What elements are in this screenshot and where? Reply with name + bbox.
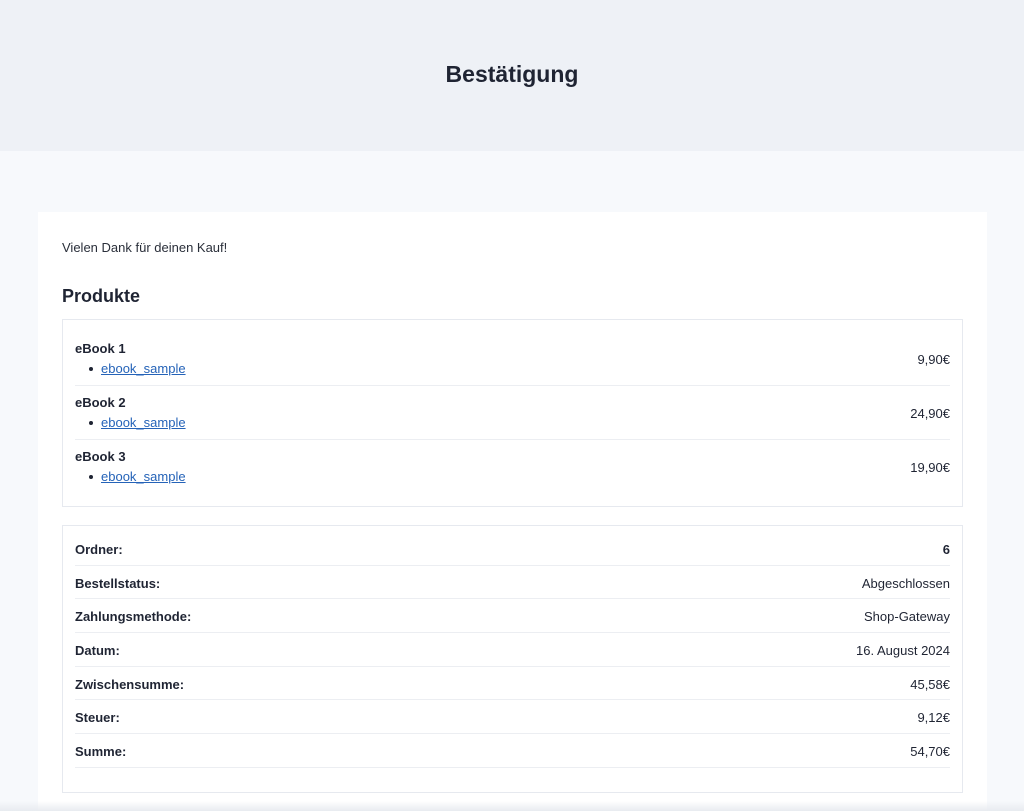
summary-row-total: Summe: 54,70€ bbox=[75, 734, 950, 768]
products-heading: Produkte bbox=[62, 286, 141, 306]
summary-label: Zahlungsmethode: bbox=[75, 609, 192, 625]
list-item: ebook_sample bbox=[89, 415, 186, 430]
summary-row-order: Ordner: 6 bbox=[75, 532, 950, 566]
product-price: 24,90€ bbox=[910, 406, 950, 421]
summary-label: Datum: bbox=[75, 643, 120, 659]
summary-label: Steuer: bbox=[75, 710, 120, 726]
summary-value: 45,58€ bbox=[910, 676, 950, 692]
summary-label: Ordner: bbox=[75, 542, 123, 557]
download-link[interactable]: ebook_sample bbox=[101, 361, 186, 376]
product-name: eBook 3 bbox=[75, 449, 126, 464]
product-price: 19,90€ bbox=[910, 460, 950, 475]
product-files: ebook_sample bbox=[89, 361, 186, 376]
page-title: Bestätigung bbox=[445, 61, 579, 87]
summary-value: Abgeschlossen bbox=[861, 575, 950, 591]
summary-row-status: Bestellstatus: Abgeschlossen bbox=[75, 566, 950, 600]
product-files: ebook_sample bbox=[89, 415, 186, 430]
summary-label: Bestellstatus: bbox=[75, 575, 161, 591]
download-link[interactable]: ebook_sample bbox=[101, 469, 186, 484]
summary-row-payment: Zahlungsmethode: Shop-Gateway bbox=[75, 599, 950, 634]
product-name: eBook 1 bbox=[75, 341, 126, 356]
products-list: eBook 1 ebook_sample 9,90€ eBook 2 ebook… bbox=[62, 319, 963, 507]
footer-shade bbox=[0, 801, 1024, 811]
product-row: eBook 1 ebook_sample 9,90€ bbox=[75, 332, 950, 386]
list-item: ebook_sample bbox=[89, 361, 186, 376]
product-name: eBook 2 bbox=[75, 395, 126, 410]
summary-value: 54,70€ bbox=[910, 744, 950, 760]
product-row: eBook 3 ebook_sample 19,90€ bbox=[75, 440, 950, 494]
product-files: ebook_sample bbox=[89, 469, 186, 484]
summary-label: Zwischensumme: bbox=[75, 676, 185, 692]
summary-label: Summe: bbox=[75, 744, 127, 760]
summary-row-subtotal: Zwischensumme: 45,58€ bbox=[75, 667, 950, 701]
thank-you-message: Vielen Dank für deinen Kauf! bbox=[62, 240, 228, 255]
summary-value: 6 bbox=[942, 542, 950, 557]
product-price: 9,90€ bbox=[917, 352, 950, 367]
summary-value: 16. August 2024 bbox=[856, 643, 950, 659]
confirmation-card: Vielen Dank für deinen Kauf! Produkte eB… bbox=[38, 212, 987, 811]
page-header: Bestätigung bbox=[0, 0, 1024, 151]
summary-row-date: Datum: 16. August 2024 bbox=[75, 633, 950, 667]
list-item: ebook_sample bbox=[89, 469, 186, 484]
download-link[interactable]: ebook_sample bbox=[101, 415, 186, 430]
summary-row-tax: Steuer: 9,12€ bbox=[75, 700, 950, 735]
product-row: eBook 2 ebook_sample 24,90€ bbox=[75, 386, 950, 440]
order-summary: Ordner: 6 Bestellstatus: Abgeschlossen Z… bbox=[62, 525, 963, 793]
summary-value: Shop-Gateway bbox=[864, 609, 950, 625]
summary-value: 9,12€ bbox=[917, 710, 950, 726]
